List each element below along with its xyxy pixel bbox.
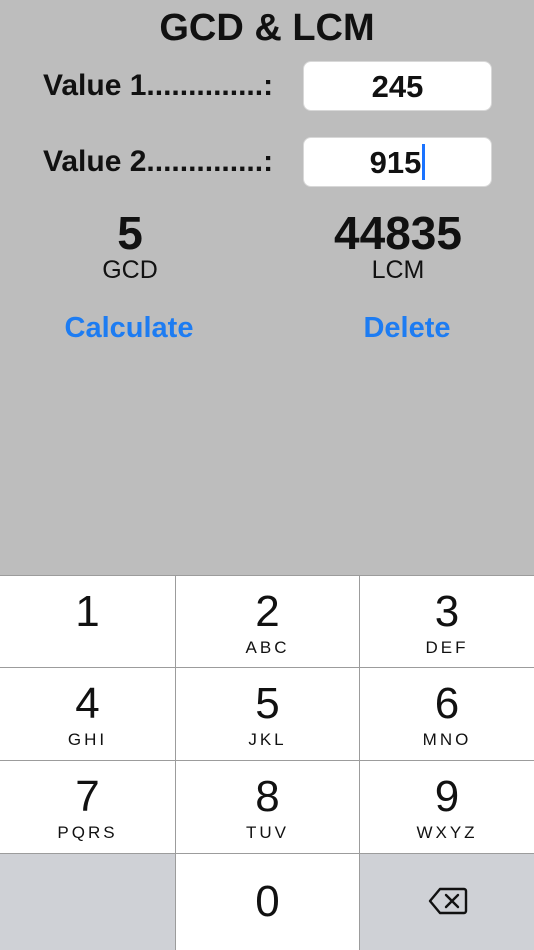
value1-label: Value 1..............:: [43, 69, 274, 102]
key-7[interactable]: 7 PQRS: [0, 761, 175, 853]
key-2[interactable]: 2 ABC: [176, 576, 359, 667]
delete-button[interactable]: Delete: [297, 309, 517, 347]
value2-label: Value 2..............:: [43, 145, 274, 178]
value1-text: 245: [371, 69, 424, 104]
key-4[interactable]: 4 GHI: [0, 668, 175, 760]
key-3[interactable]: 3 DEF: [360, 576, 534, 667]
key-digit: 0: [255, 877, 280, 926]
key-digit: 7: [75, 772, 100, 821]
text-caret: [422, 144, 426, 180]
key-1[interactable]: 1: [0, 576, 175, 667]
backspace-icon: [428, 887, 468, 915]
key-digit: 3: [434, 587, 460, 636]
value1-field[interactable]: 245: [303, 61, 492, 111]
key-8[interactable]: 8 TUV: [176, 761, 359, 853]
key-letters: ABC: [245, 638, 290, 657]
key-9[interactable]: 9 WXYZ: [360, 761, 534, 853]
key-blank: [0, 854, 175, 950]
gcd-label: GCD: [102, 256, 158, 284]
key-letters: JKL: [248, 730, 287, 749]
gcd-value: 5: [117, 207, 143, 259]
numeric-keypad: 1 2 ABC 3 DEF 4 GHI 5 JKL 6 MNO 7 PQRS 8…: [0, 575, 534, 950]
lcm-value: 44835: [334, 207, 462, 259]
backspace-key[interactable]: [360, 854, 534, 950]
gcd-lcm-screen: GCD & LCM Value 1..............: 245 Val…: [0, 0, 534, 575]
value2-field[interactable]: 915: [303, 137, 492, 187]
lcm-label: LCM: [371, 256, 425, 284]
key-digit: 8: [255, 772, 280, 821]
key-0[interactable]: 0: [176, 854, 359, 950]
key-digit: 9: [434, 772, 460, 821]
key-digit: 1: [75, 587, 100, 636]
key-letters: WXYZ: [416, 823, 478, 842]
key-6[interactable]: 6 MNO: [360, 668, 534, 760]
key-digit: 4: [75, 679, 100, 728]
key-digit: 2: [255, 587, 280, 636]
key-digit: 6: [434, 679, 460, 728]
key-5[interactable]: 5 JKL: [176, 668, 359, 760]
key-digit: 5: [255, 679, 280, 728]
key-letters: GHI: [67, 730, 108, 749]
key-letters: DEF: [425, 638, 469, 657]
value2-text: 915: [369, 145, 422, 180]
calculate-button[interactable]: Calculate: [19, 309, 239, 347]
key-letters: MNO: [422, 730, 472, 749]
key-letters: PQRS: [57, 823, 118, 842]
key-letters: TUV: [246, 823, 289, 842]
page-title: GCD & LCM: [159, 7, 375, 49]
